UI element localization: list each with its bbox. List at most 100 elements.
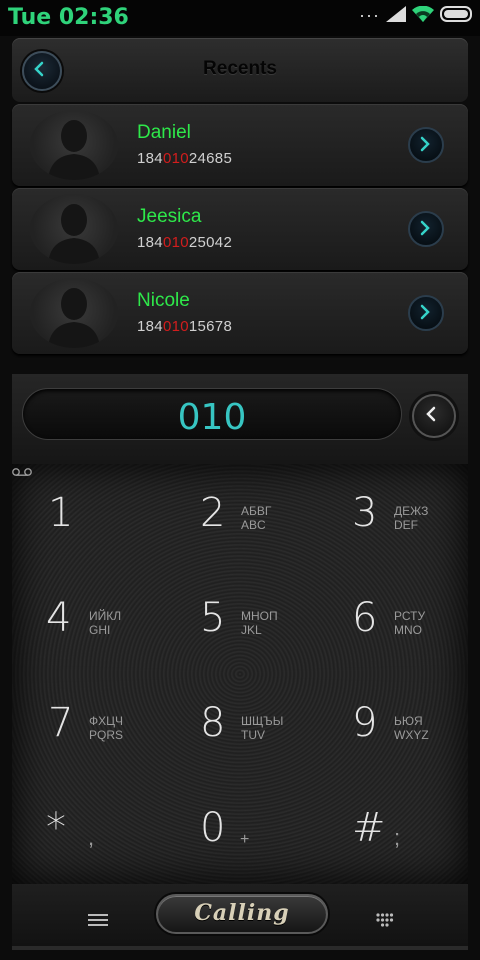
number-suffix: 25042 <box>188 234 233 251</box>
letters-cyrillic: ДЕЖЗ <box>394 504 429 518</box>
key-digit: 3 <box>352 490 378 536</box>
voicemail-icon <box>12 468 32 476</box>
call-button[interactable]: Calling <box>156 894 328 934</box>
letters-cyrillic: ЬЮЯ <box>394 714 423 728</box>
key-digit: 6 <box>352 595 378 641</box>
letters-latin: GHI <box>89 623 111 637</box>
number-suffix: 24685 <box>188 150 233 167</box>
letters-cyrillic: РСТУ <box>394 609 426 623</box>
header-bar: Recents <box>12 38 468 102</box>
delete-button[interactable] <box>412 394 456 438</box>
key-8[interactable]: 8 ШЩЪЫ TUV <box>164 674 316 779</box>
contact-name: Daniel <box>137 122 191 143</box>
key-digit: # <box>352 805 386 851</box>
dial-number-field[interactable]: 010 <box>22 388 402 440</box>
chevron-right-icon <box>420 136 430 152</box>
letters-latin: WXYZ <box>394 728 429 742</box>
person-silhouette-icon <box>48 288 100 348</box>
avatar <box>30 110 118 180</box>
contact-detail-button[interactable] <box>408 127 444 163</box>
bottom-bar: Calling <box>12 884 468 946</box>
key-digit: 7 <box>48 700 74 746</box>
key-digit: 4 <box>46 595 72 641</box>
letters-latin: DEF <box>394 518 418 532</box>
person-silhouette-icon <box>48 204 100 264</box>
contact-name: Jeesica <box>137 206 202 227</box>
key-star[interactable]: * , <box>12 779 164 884</box>
key-5[interactable]: 5 МНОП JKL <box>164 569 316 674</box>
contact-number: 18401015678 <box>137 318 232 335</box>
wifi-icon <box>412 6 434 22</box>
key-letters: ШЩЪЫ TUV <box>241 714 283 742</box>
hamburger-menu-icon[interactable] <box>88 914 108 929</box>
key-letters: РСТУ MNO <box>394 609 425 637</box>
key-symbol: ; <box>394 825 401 850</box>
dialer-input-area: 010 <box>12 374 468 464</box>
notification-dots-icon: ··· <box>359 5 380 25</box>
number-match: 010 <box>162 150 189 167</box>
letters-cyrillic: МНОП <box>241 609 278 623</box>
key-letters: ЬЮЯ WXYZ <box>394 714 429 742</box>
letters-latin: TUV <box>241 728 265 742</box>
recents-list: Daniel 18401024685 Jeesica 18401025042 N… <box>12 104 468 356</box>
chevron-right-icon <box>420 304 430 320</box>
key-letters: АБВГ ABC <box>241 504 271 532</box>
recent-row-daniel[interactable]: Daniel 18401024685 <box>12 104 468 186</box>
dialpad: 1 2 АБВГ ABC 3 ДЕЖЗ DEF 4 ИЙКЛ GHI 5 МНОП JK… <box>12 464 468 884</box>
recent-row-nicole[interactable]: Nicole 18401015678 <box>12 272 468 354</box>
key-digit: 2 <box>200 490 226 536</box>
key-letters: ФХЦЧ PQRS <box>89 714 123 742</box>
status-bar: Tue 02:36 ··· <box>0 0 480 36</box>
number-match: 010 <box>162 318 189 335</box>
key-2[interactable]: 2 АБВГ ABC <box>164 464 316 569</box>
contact-detail-button[interactable] <box>408 295 444 331</box>
key-letters: МНОП JKL <box>241 609 278 637</box>
key-digit: * <box>46 805 66 851</box>
key-1[interactable]: 1 <box>12 464 164 569</box>
dialpad-icon[interactable] <box>374 912 396 930</box>
number-prefix: 184 <box>137 318 163 335</box>
contact-number: 18401024685 <box>137 150 232 167</box>
letters-latin: MNO <box>394 623 422 637</box>
bottom-edge <box>12 946 468 950</box>
letters-cyrillic: ШЩЪЫ <box>241 714 284 728</box>
letters-latin: JKL <box>241 623 262 637</box>
letters-cyrillic: АБВГ <box>241 504 272 518</box>
contact-name: Nicole <box>137 290 190 311</box>
key-0[interactable]: 0 + <box>164 779 316 884</box>
person-silhouette-icon <box>48 120 100 180</box>
key-9[interactable]: 9 ЬЮЯ WXYZ <box>316 674 468 779</box>
key-digit: 5 <box>200 595 226 641</box>
key-4[interactable]: 4 ИЙКЛ GHI <box>12 569 164 674</box>
recent-row-jeesica[interactable]: Jeesica 18401025042 <box>12 188 468 270</box>
letters-cyrillic: ФХЦЧ <box>89 714 124 728</box>
key-3[interactable]: 3 ДЕЖЗ DEF <box>316 464 468 569</box>
key-digit: 8 <box>200 700 226 746</box>
avatar <box>30 278 118 348</box>
contact-detail-button[interactable] <box>408 211 444 247</box>
letters-latin: PQRS <box>89 728 124 742</box>
letters-cyrillic: ИЙКЛ <box>89 609 122 623</box>
key-digit: 1 <box>48 490 74 536</box>
key-7[interactable]: 7 ФХЦЧ PQRS <box>12 674 164 779</box>
status-time: Tue 02:36 <box>8 5 129 30</box>
number-suffix: 15678 <box>188 318 233 335</box>
chevron-right-icon <box>420 220 430 236</box>
key-6[interactable]: 6 РСТУ MNO <box>316 569 468 674</box>
letters-latin: ABC <box>241 518 266 532</box>
status-icons: ··· <box>359 5 472 25</box>
number-prefix: 184 <box>137 234 163 251</box>
page-title: Recents <box>203 58 277 79</box>
key-digit: 9 <box>352 700 378 746</box>
key-digit: 0 <box>200 805 226 851</box>
key-letters: ИЙКЛ GHI <box>89 609 121 637</box>
key-symbol: + <box>240 831 250 848</box>
key-hash[interactable]: # ; <box>316 779 468 884</box>
key-symbol: , <box>88 825 95 850</box>
signal-icon <box>386 6 406 22</box>
dial-number-text: 010 <box>177 397 247 438</box>
backspace-chevron-icon <box>426 406 436 422</box>
key-letters: ДЕЖЗ DEF <box>394 504 428 532</box>
avatar <box>30 194 118 264</box>
number-prefix: 184 <box>137 150 163 167</box>
